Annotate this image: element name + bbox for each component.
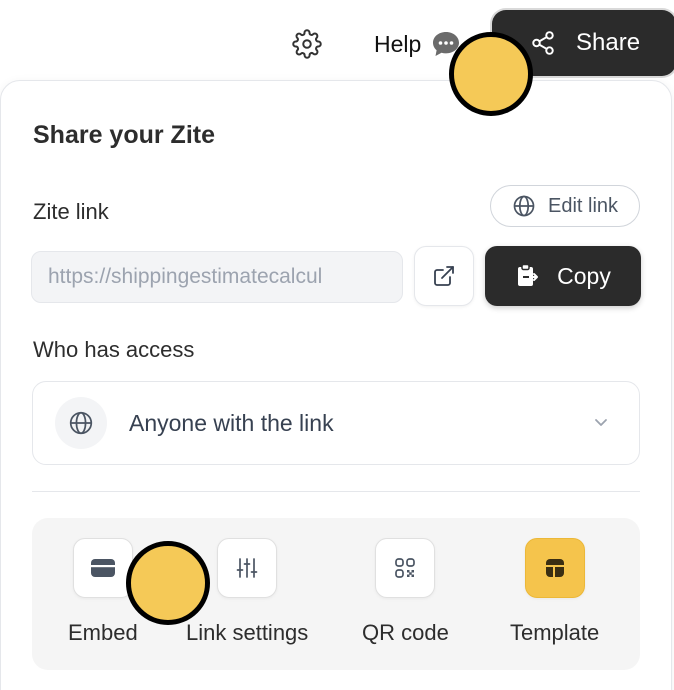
panel-title: Share your Zite [33,121,215,149]
link-settings-label: Link settings [186,620,309,645]
link-settings-tile [217,538,278,598]
share-label: Share [576,29,641,56]
qr-code-action[interactable]: QR code [362,538,449,646]
help-label: Help [374,30,422,57]
sliders-icon [236,558,258,578]
settings-button[interactable] [290,27,324,61]
globe-icon-badge [55,397,107,449]
qr-code-icon [395,558,416,578]
edit-link-label: Edit link [547,194,619,217]
share-nodes-icon [532,31,554,55]
zite-link-label: Zite link [33,199,109,224]
divider [32,491,640,492]
globe-icon [513,195,535,217]
chevron-down-icon [595,419,607,426]
template-icon [545,559,564,577]
clipboard-copy-icon [518,263,539,286]
embed-label: Embed [68,620,138,645]
access-dropdown[interactable]: Anyone with the link [32,381,640,465]
gear-icon [292,29,322,59]
copy-label: Copy [557,262,611,289]
template-tile [524,538,585,598]
qr-code-tile [375,538,436,598]
edit-link-button[interactable]: Edit link [490,185,640,227]
zite-url-field[interactable] [31,251,403,303]
help-button[interactable]: Help [374,27,461,61]
embed-icon [90,559,115,577]
copy-button[interactable]: Copy [485,246,641,306]
template-label: Template [510,620,600,645]
access-selected-value: Anyone with the link [129,409,334,436]
qr-code-label: QR code [362,620,449,645]
cursor-marker [449,32,533,116]
cursor-marker [126,541,210,625]
share-actions: Embed Link settings QR code Template [32,518,640,670]
globe-icon [69,411,93,435]
who-has-access-label: Who has access [33,337,195,362]
share-panel: Share your Zite Zite link Edit link http… [0,80,672,690]
open-link-button[interactable] [414,246,474,306]
template-action[interactable]: Template [510,538,599,646]
embed-tile [72,538,133,598]
share-ui: Help Share Share your Zite Zite link Edi… [0,0,674,690]
external-link-icon [434,266,454,286]
